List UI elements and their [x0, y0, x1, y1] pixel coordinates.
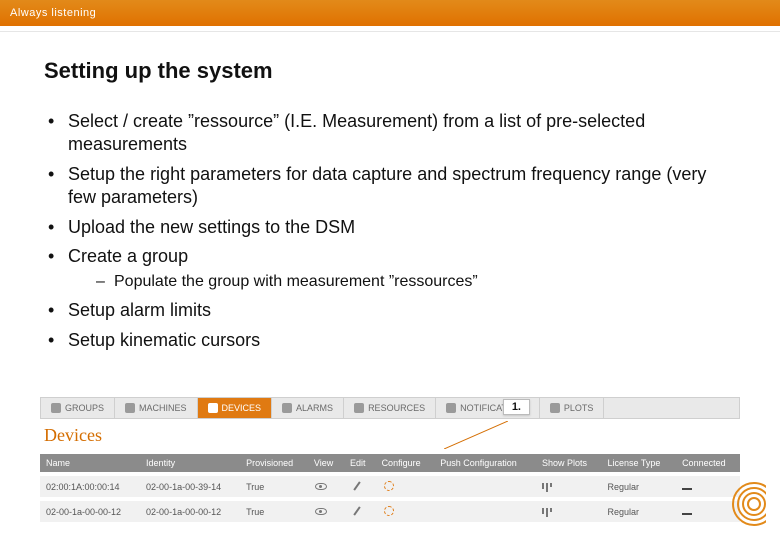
cell-push[interactable]: [434, 474, 536, 499]
cell-name: 02:00:1A:00:00:14: [40, 474, 140, 499]
cell-configure[interactable]: [376, 499, 435, 522]
cell-license: Regular: [602, 474, 677, 499]
panel-title: Devices 1.: [40, 419, 740, 450]
cell-edit[interactable]: [344, 474, 376, 499]
tab-label: RESOURCES: [368, 403, 425, 413]
notifications-icon: [446, 403, 456, 413]
table-row: 02:00:1A:00:00:14 02-00-1a-00-39-14 True…: [40, 474, 740, 499]
panel-title-text: Devices: [44, 425, 102, 445]
sub-bullet-item: Populate the group with measurement ”res…: [96, 272, 736, 293]
devices-table: Name Identity Provisioned View Edit Conf…: [40, 454, 740, 522]
resources-icon: [354, 403, 364, 413]
col-plots: Show Plots: [536, 454, 602, 474]
cell-identity: 02-00-1a-00-00-12: [140, 499, 240, 522]
gear-icon: [382, 505, 396, 517]
cell-provisioned: True: [240, 499, 308, 522]
page-title: Setting up the system: [44, 58, 736, 84]
bars-icon: [542, 508, 552, 517]
tab-alarms[interactable]: ALARMS: [272, 398, 344, 418]
table-header-row: Name Identity Provisioned View Edit Conf…: [40, 454, 740, 474]
bullet-item: Select / create ”ressource” (I.E. Measur…: [44, 110, 736, 157]
cell-view[interactable]: [308, 474, 344, 499]
cell-plots[interactable]: [536, 499, 602, 522]
col-name: Name: [40, 454, 140, 474]
tab-label: ALARMS: [296, 403, 333, 413]
cell-configure[interactable]: [376, 474, 435, 499]
tab-devices[interactable]: DEVICES: [198, 398, 273, 418]
eye-icon: [314, 481, 328, 493]
devices-icon: [208, 403, 218, 413]
plots-icon: [550, 403, 560, 413]
cell-plots[interactable]: [536, 474, 602, 499]
col-configure: Configure: [376, 454, 435, 474]
col-connected: Connected: [676, 454, 740, 474]
app-screenshot: GROUPS MACHINES DEVICES ALARMS RESOURCES…: [40, 397, 740, 522]
cell-name: 02-00-1a-00-00-12: [40, 499, 140, 522]
col-identity: Identity: [140, 454, 240, 474]
alarms-icon: [282, 403, 292, 413]
bullet-list: Select / create ”ressource” (I.E. Measur…: [44, 110, 736, 352]
gear-icon: [382, 480, 396, 492]
bullet-item: Upload the new settings to the DSM: [44, 216, 736, 239]
pencil-icon: [350, 480, 364, 492]
col-push: Push Configuration: [434, 454, 536, 474]
sub-bullet-list: Populate the group with measurement ”res…: [68, 272, 736, 293]
bullet-item: Setup kinematic cursors: [44, 329, 736, 352]
cell-edit[interactable]: [344, 499, 376, 522]
cell-push[interactable]: [434, 499, 536, 522]
col-view: View: [308, 454, 344, 474]
tab-machines[interactable]: MACHINES: [115, 398, 198, 418]
dash-icon: [682, 488, 692, 490]
bullet-text: Create a group: [68, 246, 188, 266]
groups-icon: [51, 403, 61, 413]
slide-content: Setting up the system Select / create ”r…: [0, 32, 780, 352]
tab-label: GROUPS: [65, 403, 104, 413]
brand-banner: Always listening: [0, 0, 780, 26]
bullet-item: Setup alarm limits: [44, 299, 736, 322]
col-edit: Edit: [344, 454, 376, 474]
cell-identity: 02-00-1a-00-39-14: [140, 474, 240, 499]
callout-arrow: [444, 421, 508, 449]
pencil-icon: [350, 505, 364, 517]
dash-icon: [682, 513, 692, 515]
cell-license: Regular: [602, 499, 677, 522]
bullet-item: Setup the right parameters for data capt…: [44, 163, 736, 210]
bullet-item: Create a group Populate the group with m…: [44, 245, 736, 293]
col-provisioned: Provisioned: [240, 454, 308, 474]
eye-icon: [314, 506, 328, 518]
bars-icon: [542, 483, 552, 492]
tab-label: PLOTS: [564, 403, 594, 413]
tab-resources[interactable]: RESOURCES: [344, 398, 436, 418]
brand-logo: [722, 482, 766, 526]
tab-bar: GROUPS MACHINES DEVICES ALARMS RESOURCES…: [40, 397, 740, 419]
tab-plots[interactable]: PLOTS: [540, 398, 605, 418]
brand-tagline: Always listening: [10, 7, 96, 19]
cell-view[interactable]: [308, 499, 344, 522]
tab-groups[interactable]: GROUPS: [41, 398, 115, 418]
tab-label: DEVICES: [222, 403, 262, 413]
col-license: License Type: [602, 454, 677, 474]
machines-icon: [125, 403, 135, 413]
table-row: 02-00-1a-00-00-12 02-00-1a-00-00-12 True…: [40, 499, 740, 522]
cell-provisioned: True: [240, 474, 308, 499]
callout-box: 1.: [503, 399, 530, 415]
tab-label: MACHINES: [139, 403, 187, 413]
